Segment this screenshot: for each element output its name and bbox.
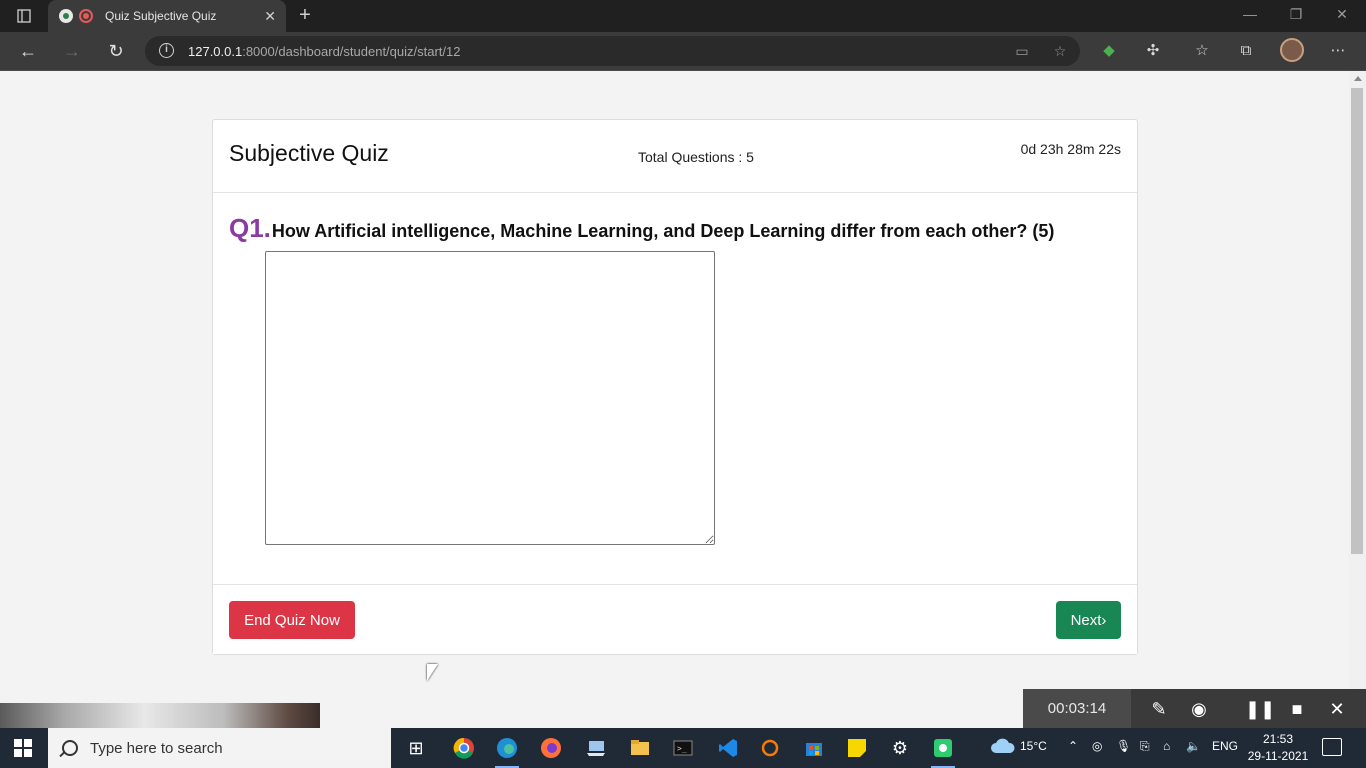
screen-recorder-icon[interactable] bbox=[929, 734, 957, 768]
minimize-icon[interactable]: — bbox=[1240, 6, 1260, 22]
camera-icon[interactable]: ▭ bbox=[1013, 43, 1031, 60]
weather-icon[interactable] bbox=[990, 737, 1016, 758]
file-explorer-icon[interactable] bbox=[626, 734, 654, 762]
next-button[interactable]: Next› bbox=[1056, 601, 1121, 639]
quiz-footer: End Quiz Now Next› bbox=[213, 584, 1137, 654]
mouse-cursor-icon bbox=[427, 664, 438, 681]
windows-start-icon[interactable] bbox=[14, 739, 32, 757]
taskbar: Type here to search ⊞ >_ ⚙ 15°C ⌃ ◎ 🎙 ⎘ … bbox=[0, 728, 1366, 768]
devices-icon[interactable]: ⎘ bbox=[1140, 739, 1150, 754]
taskbar-search[interactable]: Type here to search bbox=[48, 728, 391, 768]
terminal-icon[interactable]: >_ bbox=[669, 734, 697, 762]
clock-date: 29-11-2021 bbox=[1247, 749, 1309, 763]
screen-recorder-bar: 00:03:14 ✎ ◉ ❚❚ ■ ✕ bbox=[1023, 689, 1366, 728]
browser-toolbar: ← → ↻ i 127.0.0.1:8000/dashboard/student… bbox=[0, 32, 1366, 71]
volume-icon[interactable]: 🔈 bbox=[1186, 739, 1201, 753]
quiz-card: Subjective Quiz Total Questions : 5 0d 2… bbox=[212, 119, 1138, 655]
svg-text:>_: >_ bbox=[677, 744, 687, 753]
question-number: Q1. bbox=[229, 213, 271, 243]
pen-icon[interactable]: ✎ bbox=[1147, 697, 1171, 721]
favorite-add-icon[interactable]: ☆ bbox=[1051, 43, 1069, 60]
close-window-icon[interactable]: ✕ bbox=[1332, 6, 1352, 23]
total-questions: Total Questions : 5 bbox=[638, 149, 754, 165]
task-view-icon[interactable]: ⊞ bbox=[402, 734, 430, 762]
countdown-timer: 0d 23h 28m 22s bbox=[1020, 141, 1121, 157]
tab-title: Quiz Subjective Quiz bbox=[105, 9, 217, 23]
close-icon[interactable]: ✕ bbox=[1325, 697, 1349, 721]
scrollbar-thumb[interactable] bbox=[1351, 88, 1363, 554]
scroll-up-icon[interactable] bbox=[1354, 76, 1362, 81]
quiz-title: Subjective Quiz bbox=[229, 140, 389, 166]
question-text: How Artificial intelligence, Machine Lea… bbox=[271, 221, 1055, 241]
laptop-app-icon[interactable] bbox=[582, 734, 610, 762]
address-bar[interactable]: i 127.0.0.1:8000/dashboard/student/quiz/… bbox=[145, 36, 1080, 66]
weather-temperature[interactable]: 15°C bbox=[1020, 739, 1047, 753]
close-tab-icon[interactable]: ✕ bbox=[264, 8, 276, 25]
firefox-icon[interactable] bbox=[537, 734, 565, 762]
tab-actions-icon[interactable] bbox=[10, 6, 38, 26]
language-indicator[interactable]: ENG bbox=[1212, 739, 1238, 753]
refresh-icon[interactable]: ↻ bbox=[104, 40, 128, 62]
browser-tab-bar: Quiz Subjective Quiz ✕ + — ❐ ✕ bbox=[0, 0, 1366, 32]
notification-icon[interactable] bbox=[1322, 738, 1342, 756]
favorites-icon[interactable]: ☆ bbox=[1191, 40, 1213, 62]
restore-icon[interactable]: ❐ bbox=[1286, 6, 1306, 23]
meet-icon[interactable]: ◎ bbox=[1092, 739, 1102, 753]
sync-app-icon[interactable] bbox=[756, 734, 784, 762]
new-tab-button[interactable]: + bbox=[294, 4, 316, 27]
edge-icon[interactable] bbox=[493, 734, 521, 768]
url-text[interactable]: 127.0.0.1:8000/dashboard/student/quiz/st… bbox=[188, 44, 460, 59]
answer-textarea[interactable] bbox=[265, 251, 715, 545]
settings-gear-icon[interactable]: ⚙ bbox=[886, 734, 914, 762]
forward-icon[interactable]: → bbox=[60, 40, 84, 62]
clock-time: 21:53 bbox=[1262, 732, 1294, 746]
recording-indicator-icon bbox=[79, 9, 93, 23]
end-quiz-button[interactable]: End Quiz Now bbox=[229, 601, 355, 639]
puzzle-icon[interactable]: ✣ bbox=[1142, 40, 1164, 62]
clock[interactable]: 21:53 29-11-2021 bbox=[1246, 731, 1310, 765]
search-placeholder: Type here to search bbox=[90, 739, 223, 757]
camera-icon[interactable]: ◉ bbox=[1187, 697, 1211, 721]
chrome-icon[interactable] bbox=[450, 734, 478, 762]
sticky-notes-icon[interactable] bbox=[843, 734, 871, 762]
microphone-icon[interactable]: 🎙 bbox=[1116, 739, 1131, 753]
site-favicon-icon bbox=[59, 9, 73, 23]
more-icon[interactable]: ⋯ bbox=[1327, 40, 1349, 62]
browser-tab-active[interactable]: Quiz Subjective Quiz ✕ bbox=[48, 0, 286, 32]
network-icon[interactable]: ⌂ bbox=[1163, 739, 1170, 753]
profile-avatar[interactable] bbox=[1280, 38, 1304, 62]
back-icon[interactable]: ← bbox=[16, 40, 40, 62]
tray-chevron-icon[interactable]: ⌃ bbox=[1068, 739, 1078, 753]
info-icon[interactable]: i bbox=[159, 43, 174, 58]
webcam-preview bbox=[0, 703, 320, 728]
collections-icon[interactable]: ⧉ bbox=[1235, 40, 1257, 62]
question: Q1. How Artificial intelligence, Machine… bbox=[229, 213, 1054, 244]
recording-time: 00:03:14 bbox=[1023, 689, 1131, 728]
search-icon bbox=[62, 740, 78, 756]
page-scrollbar[interactable] bbox=[1349, 71, 1366, 728]
vscode-icon[interactable] bbox=[714, 734, 742, 762]
pause-icon[interactable]: ❚❚ bbox=[1245, 697, 1275, 721]
stop-icon[interactable]: ■ bbox=[1285, 697, 1309, 721]
store-icon[interactable] bbox=[800, 734, 828, 762]
extension-icon[interactable]: ◆ bbox=[1098, 40, 1120, 62]
quiz-header: Subjective Quiz Total Questions : 5 0d 2… bbox=[213, 120, 1137, 193]
